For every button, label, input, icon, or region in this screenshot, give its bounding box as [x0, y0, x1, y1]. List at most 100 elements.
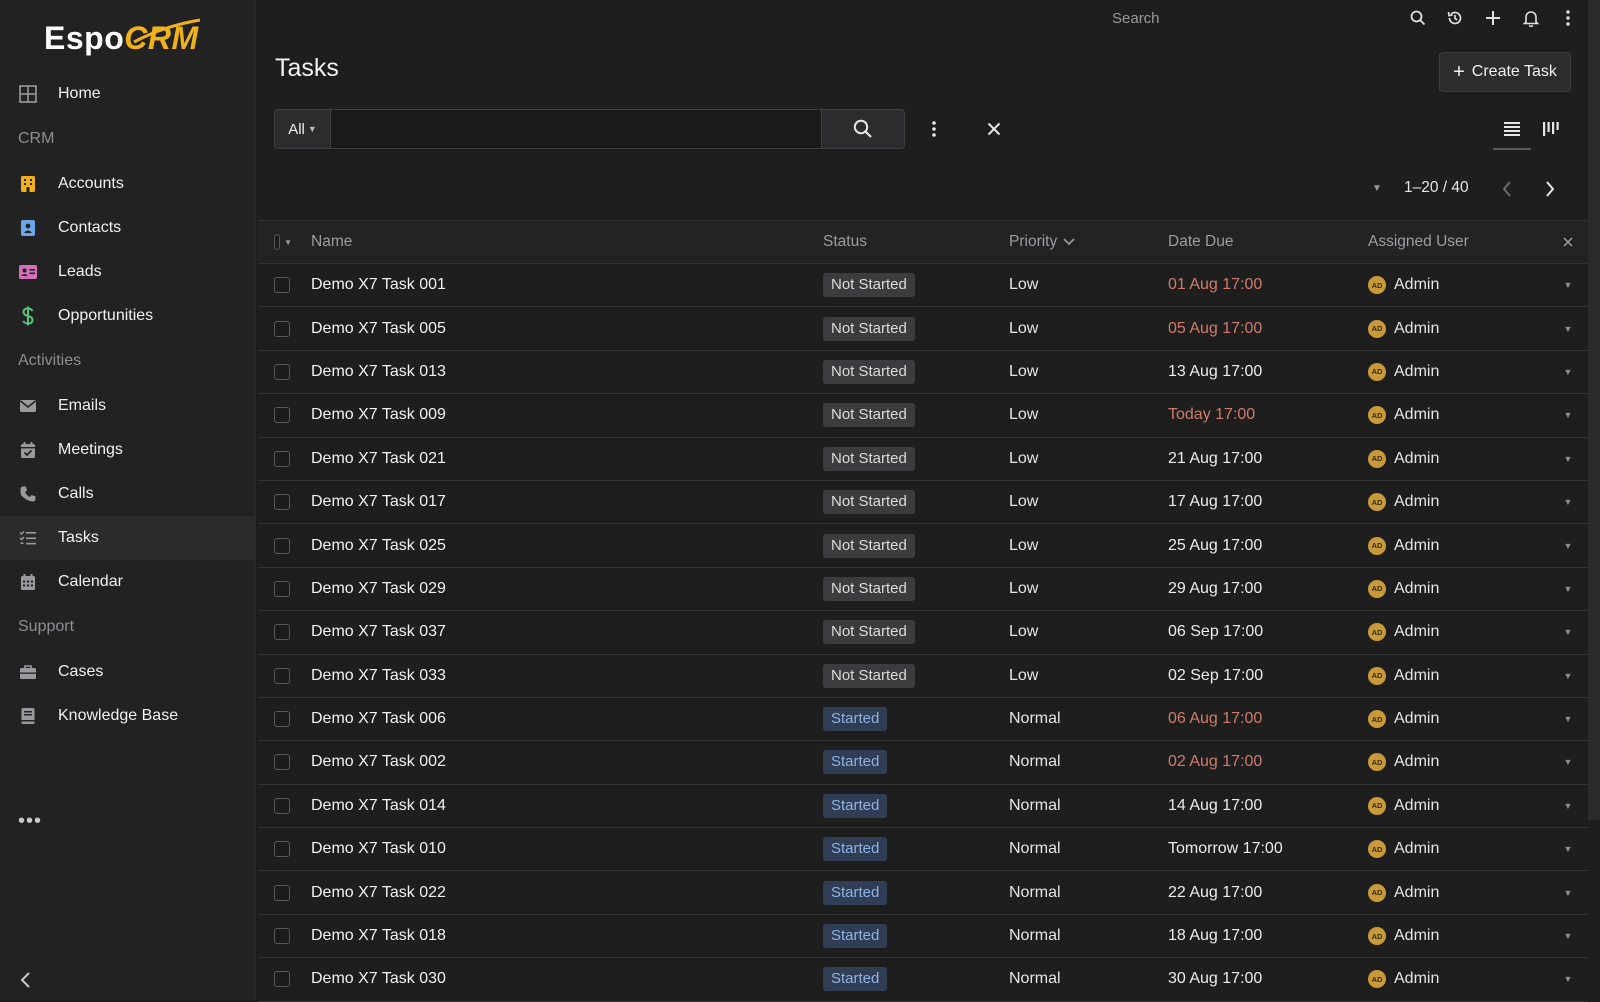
search-icon[interactable] — [1407, 7, 1429, 29]
assigned-user[interactable]: AD Admin — [1368, 871, 1439, 913]
row-checkbox[interactable] — [274, 320, 290, 337]
row-checkbox[interactable] — [274, 928, 290, 945]
task-name-link[interactable]: Demo X7 Task 006 — [311, 698, 446, 740]
task-name-link[interactable]: Demo X7 Task 017 — [311, 481, 446, 523]
assigned-user[interactable]: AD Admin — [1368, 481, 1439, 523]
reset-filter-icon[interactable] — [982, 116, 1006, 142]
task-name-link[interactable]: Demo X7 Task 005 — [311, 307, 446, 349]
row-actions-caret-icon[interactable]: ▼ — [1558, 307, 1578, 349]
assigned-user[interactable]: AD Admin — [1368, 698, 1439, 740]
assigned-user[interactable]: AD Admin — [1368, 611, 1439, 653]
create-task-button[interactable]: + Create Task — [1439, 52, 1571, 92]
sidebar-item-knowledge-base[interactable]: Knowledge Base — [0, 694, 256, 738]
row-checkbox[interactable] — [274, 884, 290, 901]
row-checkbox[interactable] — [274, 711, 290, 728]
task-name-link[interactable]: Demo X7 Task 018 — [311, 915, 446, 957]
sidebar-item-contacts[interactable]: Contacts — [0, 206, 256, 250]
sidebar-item-tasks[interactable]: Tasks — [0, 516, 256, 560]
sidebar-item-leads[interactable]: Leads — [0, 250, 256, 294]
search-button[interactable] — [821, 109, 905, 149]
task-name-link[interactable]: Demo X7 Task 037 — [311, 611, 446, 653]
list-search-input[interactable] — [330, 109, 822, 149]
assigned-user[interactable]: AD Admin — [1368, 394, 1439, 436]
pager-options-icon[interactable]: ▼ — [1369, 180, 1385, 196]
sidebar-item-opportunities[interactable]: Opportunities — [0, 294, 256, 338]
column-header-assigned-user[interactable]: Assigned User — [1368, 221, 1469, 263]
assigned-user[interactable]: AD Admin — [1368, 351, 1439, 393]
filter-options-icon[interactable] — [922, 116, 946, 142]
row-actions-caret-icon[interactable]: ▼ — [1558, 394, 1578, 436]
kebab-menu-icon[interactable] — [1557, 7, 1579, 29]
task-name-link[interactable]: Demo X7 Task 021 — [311, 438, 446, 480]
column-header-name[interactable]: Name — [311, 221, 352, 263]
task-name-link[interactable]: Demo X7 Task 014 — [311, 785, 446, 827]
assigned-user[interactable]: AD Admin — [1368, 915, 1439, 957]
row-checkbox[interactable] — [274, 841, 290, 858]
sidebar-item-emails[interactable]: Emails — [0, 384, 256, 428]
sidebar-item-calendar[interactable]: Calendar — [0, 560, 256, 604]
assigned-user[interactable]: AD Admin — [1368, 828, 1439, 870]
task-name-link[interactable]: Demo X7 Task 025 — [311, 524, 446, 566]
task-name-link[interactable]: Demo X7 Task 009 — [311, 394, 446, 436]
row-actions-caret-icon[interactable]: ▼ — [1558, 524, 1578, 566]
history-icon[interactable] — [1444, 7, 1466, 29]
row-actions-caret-icon[interactable]: ▼ — [1558, 698, 1578, 740]
column-header-status[interactable]: Status — [823, 221, 867, 263]
row-checkbox[interactable] — [274, 494, 290, 511]
assigned-user[interactable]: AD Admin — [1368, 568, 1439, 610]
row-checkbox[interactable] — [274, 277, 290, 294]
assigned-user[interactable]: AD Admin — [1368, 785, 1439, 827]
assigned-user[interactable]: AD Admin — [1368, 958, 1439, 1000]
espocrm-logo[interactable]: Espo CRM — [44, 16, 201, 60]
collapse-sidebar-icon[interactable] — [16, 968, 36, 992]
row-checkbox[interactable] — [274, 797, 290, 814]
assigned-user[interactable]: AD Admin — [1368, 307, 1439, 349]
row-checkbox[interactable] — [274, 971, 290, 988]
row-checkbox[interactable] — [274, 624, 290, 641]
task-name-link[interactable]: Demo X7 Task 029 — [311, 568, 446, 610]
caret-down-icon[interactable]: ▼ — [284, 238, 292, 247]
row-actions-caret-icon[interactable]: ▼ — [1558, 655, 1578, 697]
column-header-priority[interactable]: Priority — [1009, 221, 1076, 263]
column-settings-close-icon[interactable] — [1558, 221, 1578, 263]
sidebar-item-cases[interactable]: Cases — [0, 650, 256, 694]
list-view-icon[interactable] — [1493, 110, 1531, 150]
bell-icon[interactable] — [1520, 7, 1542, 29]
sidebar-item-calls[interactable]: Calls — [0, 472, 256, 516]
row-actions-caret-icon[interactable]: ▼ — [1558, 871, 1578, 913]
row-actions-caret-icon[interactable]: ▼ — [1558, 611, 1578, 653]
more-menu-icon[interactable]: ••• — [18, 810, 42, 833]
sidebar-item-accounts[interactable]: Accounts — [0, 162, 256, 206]
task-name-link[interactable]: Demo X7 Task 001 — [311, 264, 446, 306]
row-checkbox[interactable] — [274, 363, 290, 380]
row-actions-caret-icon[interactable]: ▼ — [1558, 264, 1578, 306]
row-checkbox[interactable] — [274, 537, 290, 554]
row-actions-caret-icon[interactable]: ▼ — [1558, 915, 1578, 957]
task-name-link[interactable]: Demo X7 Task 022 — [311, 871, 446, 913]
row-actions-caret-icon[interactable]: ▼ — [1558, 958, 1578, 1000]
column-header-date-due[interactable]: Date Due — [1168, 221, 1233, 263]
global-search-input[interactable] — [1110, 6, 1370, 30]
row-checkbox[interactable] — [274, 450, 290, 467]
task-name-link[interactable]: Demo X7 Task 002 — [311, 741, 446, 783]
row-actions-caret-icon[interactable]: ▼ — [1558, 438, 1578, 480]
sidebar-item-home[interactable]: Home — [0, 72, 256, 116]
row-actions-caret-icon[interactable]: ▼ — [1558, 351, 1578, 393]
row-checkbox[interactable] — [274, 407, 290, 424]
next-page-icon[interactable] — [1540, 178, 1560, 200]
row-actions-caret-icon[interactable]: ▼ — [1558, 785, 1578, 827]
kanban-view-icon[interactable] — [1532, 110, 1570, 148]
row-checkbox[interactable] — [274, 667, 290, 684]
task-name-link[interactable]: Demo X7 Task 010 — [311, 828, 446, 870]
plus-icon[interactable] — [1482, 7, 1504, 29]
scrollbar[interactable] — [1588, 0, 1600, 820]
assigned-user[interactable]: AD Admin — [1368, 655, 1439, 697]
assigned-user[interactable]: AD Admin — [1368, 524, 1439, 566]
task-name-link[interactable]: Demo X7 Task 030 — [311, 958, 446, 1000]
assigned-user[interactable]: AD Admin — [1368, 438, 1439, 480]
task-name-link[interactable]: Demo X7 Task 013 — [311, 351, 446, 393]
previous-page-icon[interactable] — [1497, 178, 1517, 200]
select-all-checkbox[interactable]: ▼ — [274, 221, 292, 263]
row-actions-caret-icon[interactable]: ▼ — [1558, 568, 1578, 610]
assigned-user[interactable]: AD Admin — [1368, 264, 1439, 306]
